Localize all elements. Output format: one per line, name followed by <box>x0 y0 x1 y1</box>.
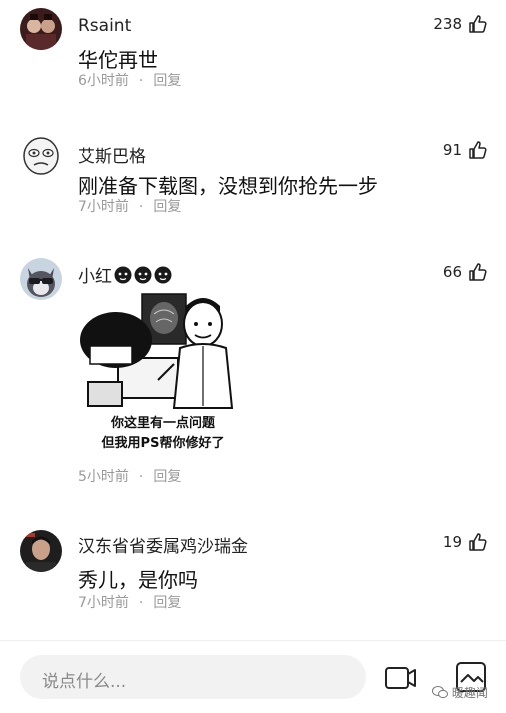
thumbs-up-icon <box>469 533 487 551</box>
divider <box>0 640 506 641</box>
comment-meta: 7小时前 · 回复 <box>78 592 181 612</box>
black-face-emoji-icon <box>154 266 172 284</box>
separator: · <box>138 469 144 485</box>
black-face-emoji-icon <box>114 266 132 284</box>
watermark: 暖趣闻 <box>432 684 488 701</box>
avatar[interactable] <box>20 530 62 572</box>
comment-meta: 6小时前 · 回复 <box>78 70 181 90</box>
like-button[interactable]: 66 <box>443 262 488 282</box>
username[interactable]: Rsaint <box>78 16 131 36</box>
avatar[interactable] <box>20 8 62 50</box>
timestamp: 7小时前 <box>78 199 129 215</box>
like-count: 66 <box>442 263 462 281</box>
like-count: 91 <box>442 141 462 159</box>
watermark-text: 暖趣闻 <box>451 686 488 700</box>
meme-caption-line1: 你这里有一点问题 <box>110 416 215 431</box>
comment-input-placeholder: 说点什么... <box>42 672 127 692</box>
reply-button[interactable]: 回复 <box>153 469 181 485</box>
like-count: 238 <box>433 15 462 33</box>
timestamp: 7小时前 <box>78 595 129 611</box>
avatar-meme-face-icon <box>20 134 62 176</box>
separator: · <box>138 595 144 611</box>
reply-button[interactable]: 回复 <box>153 199 181 215</box>
username-text: 小红 <box>78 267 112 287</box>
timestamp: 5小时前 <box>78 469 129 485</box>
thumbs-up-icon <box>469 15 487 33</box>
reply-button[interactable]: 回复 <box>153 595 181 611</box>
like-button[interactable]: 19 <box>443 532 488 552</box>
video-camera-icon <box>385 667 416 689</box>
avatar-photo-icon <box>20 8 62 50</box>
username[interactable]: 汉东省省委属鸡沙瑞金 <box>78 532 248 557</box>
comment-meta: 5小时前 · 回复 <box>78 466 181 486</box>
wechat-logo-icon <box>432 686 448 699</box>
thumbs-up-icon <box>469 141 487 159</box>
comment-text: 华佗再世 <box>78 48 158 72</box>
comment-text: 秀儿，是你吗 <box>78 568 198 592</box>
meme-caption-line2: 但我用PS帮你修好了 <box>101 436 225 451</box>
comment-image[interactable]: 你这里有一点问题 但我用PS帮你修好了 <box>78 288 248 458</box>
username[interactable]: 艾斯巴格 <box>78 142 146 167</box>
comment-meta: 7小时前 · 回复 <box>78 196 181 216</box>
video-button[interactable] <box>384 662 418 694</box>
avatar-cat-icon <box>20 258 62 300</box>
thumbs-up-icon <box>469 263 487 281</box>
username[interactable]: 小红 <box>78 262 172 287</box>
timestamp: 6小时前 <box>78 73 129 89</box>
comment-input[interactable]: 说点什么... <box>20 655 366 699</box>
black-face-emoji-icon <box>134 266 152 284</box>
separator: · <box>138 73 144 89</box>
avatar-portrait-icon <box>20 530 62 572</box>
like-button[interactable]: 238 <box>433 14 488 34</box>
avatar[interactable] <box>20 258 62 300</box>
avatar[interactable] <box>20 134 62 176</box>
separator: · <box>138 199 144 215</box>
like-button[interactable]: 91 <box>443 140 488 160</box>
reply-button[interactable]: 回复 <box>153 73 181 89</box>
like-count: 19 <box>442 533 462 551</box>
comment-text: 刚准备下载图，没想到你抢先一步 <box>78 174 378 198</box>
